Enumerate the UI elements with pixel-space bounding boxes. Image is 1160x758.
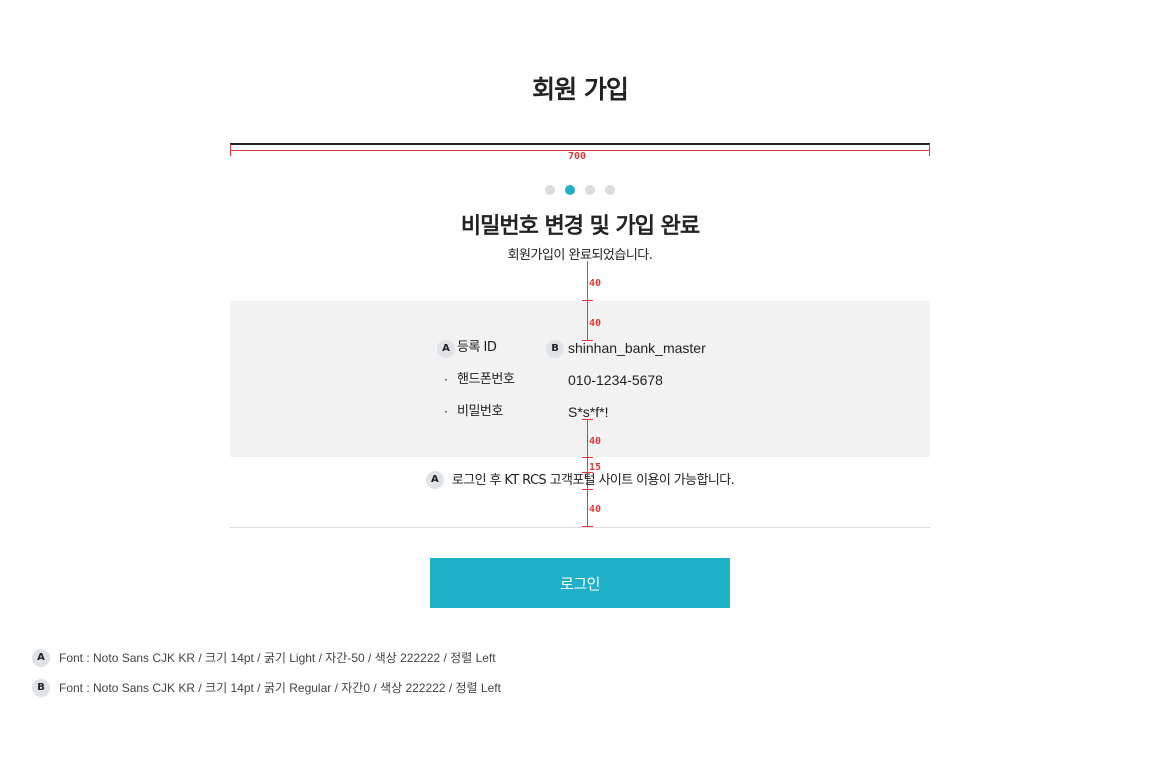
- step-dot-1: [545, 185, 555, 195]
- step-description: 회원가입이 완료되었습니다.: [507, 248, 653, 263]
- legend-text-a: Font : Noto Sans CJK KR / 크기 14pt / 굵기 L…: [59, 651, 496, 665]
- info-key-password: 비밀번호: [457, 404, 503, 419]
- spec-width-tick-right: [929, 144, 930, 156]
- account-info-box: A 등록 ID B shinhan_bank_master · 핸드폰번호 01…: [230, 301, 930, 457]
- spec-gap-label: 40: [589, 278, 602, 289]
- spec-gap-label: 40: [589, 318, 602, 329]
- step-dot-3: [585, 185, 595, 195]
- info-row-phone: · 핸드폰번호 010-1234-5678: [230, 369, 930, 391]
- bottom-divider: [230, 527, 930, 528]
- spec-gap-label: 40: [589, 436, 602, 447]
- spec-width-label: 700: [568, 151, 587, 162]
- info-row-id: A 등록 ID B shinhan_bank_master: [230, 337, 930, 359]
- spec-gap-label: 40: [589, 504, 602, 515]
- step-dot-2-active: [565, 185, 575, 195]
- step-dot-4: [605, 185, 615, 195]
- spec-tick: [582, 300, 593, 301]
- badge-b-icon: B: [32, 679, 50, 697]
- info-key-phone: 핸드폰번호: [457, 372, 515, 387]
- spec-vline-1: [587, 261, 588, 341]
- badge-a-icon: A: [425, 471, 444, 489]
- spec-width-tick-left: [230, 144, 231, 156]
- bullet: ·: [444, 373, 448, 387]
- notice-text: 로그인 후 KT RCS 고객포털 사이트 이용이 가능합니다.: [451, 473, 735, 488]
- info-value-phone: 010-1234-5678: [568, 372, 663, 388]
- step-indicator: [545, 185, 615, 195]
- info-row-password: · 비밀번호 S*s*f*!: [230, 401, 930, 423]
- badge-a-icon: A: [32, 649, 50, 667]
- spec-tick: [582, 457, 593, 458]
- top-divider: [230, 143, 930, 145]
- page-title: 회원 가입: [532, 75, 629, 104]
- login-button[interactable]: 로그인: [430, 558, 730, 608]
- spec-tick: [582, 340, 593, 341]
- step-title: 비밀번호 변경 및 가입 완료: [460, 214, 700, 239]
- login-notice: A 로그인 후 KT RCS 고객포털 사이트 이용이 가능합니다.: [0, 469, 1160, 491]
- info-key-id: 등록 ID: [457, 340, 497, 355]
- badge-b-icon: B: [546, 340, 564, 358]
- legend-text-b: Font : Noto Sans CJK KR / 크기 14pt / 굵기 R…: [59, 681, 501, 695]
- spec-tick: [582, 419, 593, 420]
- bullet: ·: [444, 405, 448, 419]
- badge-a-icon: A: [437, 340, 455, 358]
